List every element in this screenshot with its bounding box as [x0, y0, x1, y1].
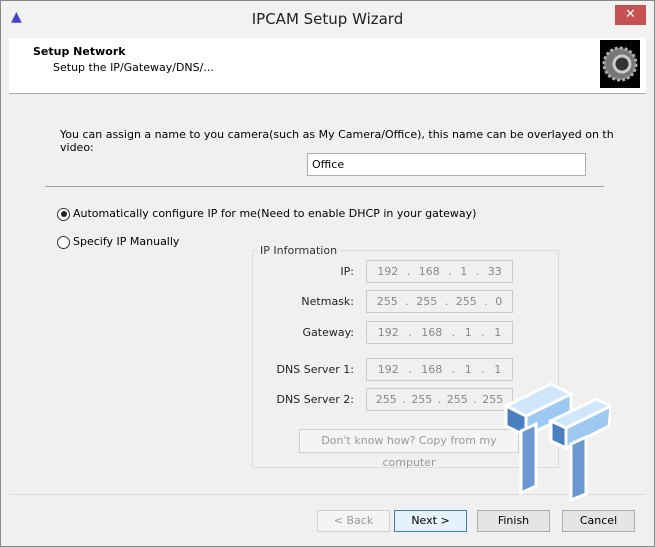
octet[interactable]: 1 — [460, 265, 467, 278]
octet-separator: . — [473, 393, 477, 406]
ip-address-input[interactable]: 192. 168. 1. 1 — [366, 358, 513, 381]
ip-field-label: IP: — [340, 265, 354, 278]
octet[interactable]: 1 — [465, 326, 472, 339]
octet-separator: . — [448, 265, 452, 278]
octet[interactable]: 192 — [377, 265, 398, 278]
ip-address-input[interactable]: 192. 168. 1. 33 — [366, 260, 513, 283]
octet-separator: . — [402, 393, 406, 406]
octet[interactable]: 0 — [495, 295, 502, 308]
octet[interactable]: 255 — [456, 295, 477, 308]
octet[interactable]: 255 — [377, 295, 398, 308]
ip-address-input[interactable]: 192. 168. 1. 1 — [366, 321, 513, 344]
octet[interactable]: 192 — [378, 363, 399, 376]
octet-separator: . — [484, 295, 488, 308]
octet-separator: . — [451, 363, 456, 376]
octet-separator: . — [444, 295, 449, 308]
octet-separator: . — [408, 326, 412, 339]
ip-address-input[interactable]: 255. 255. 255. 0 — [366, 290, 513, 313]
finish-button[interactable]: Finish — [477, 510, 550, 532]
octet-separator: . — [481, 326, 485, 339]
octet-separator: . — [408, 363, 412, 376]
octet[interactable]: 168 — [419, 265, 440, 278]
octet[interactable]: 168 — [421, 363, 442, 376]
divider — [45, 186, 604, 187]
radio-unselected-icon — [57, 235, 70, 249]
camera-name-input[interactable] — [307, 153, 586, 176]
back-button[interactable]: < Back — [317, 510, 390, 532]
ip-address-input[interactable]: 255. 255. 255. 255 — [366, 388, 513, 411]
octet[interactable]: 255 — [447, 393, 468, 406]
auto-ip-label: Automatically configure IP for me(Need t… — [73, 207, 477, 220]
manual-ip-label: Specify IP Manually — [73, 235, 180, 248]
page-title: Setup Network — [33, 45, 126, 58]
window-title: IPCAM Setup Wizard — [251, 10, 404, 28]
auto-ip-radio[interactable]: Automatically configure IP for me(Need t… — [57, 207, 476, 221]
octet[interactable]: 168 — [421, 326, 442, 339]
radio-selected-icon — [57, 207, 70, 221]
octet-separator: . — [451, 326, 456, 339]
octet-separator: . — [406, 265, 411, 278]
ip-field-label: DNS Server 1: — [276, 363, 354, 376]
octet-separator: . — [481, 363, 485, 376]
octet-separator: . — [475, 265, 480, 278]
copy-from-computer-button[interactable]: Don't know how? Copy from my computer — [299, 429, 519, 469]
octet[interactable]: 1 — [494, 326, 501, 339]
camera-name-prompt: You can assign a name to you camera(such… — [60, 128, 614, 154]
wizard-header: Setup Network Setup the IP/Gateway/DNS/.… — [9, 38, 646, 94]
page-subtitle: Setup the IP/Gateway/DNS/... — [53, 61, 214, 74]
octet[interactable]: 1 — [465, 363, 472, 376]
next-button[interactable]: Next > — [394, 510, 467, 532]
octet-separator: . — [437, 393, 442, 406]
octet-separator: . — [405, 295, 409, 308]
title-bar: ▲ IPCAM Setup Wizard ✕ — [1, 1, 654, 38]
gear-icon — [600, 40, 640, 88]
ip-information-legend: IP Information — [260, 244, 338, 257]
octet[interactable]: 255 — [416, 295, 437, 308]
ip-field-label: DNS Server 2: — [276, 393, 354, 406]
octet[interactable]: 33 — [488, 265, 502, 278]
octet[interactable]: 255 — [376, 393, 397, 406]
ip-field-label: Netmask: — [301, 295, 354, 308]
manual-ip-radio[interactable]: Specify IP Manually — [57, 235, 179, 249]
cancel-button[interactable]: Cancel — [562, 510, 635, 532]
close-button[interactable]: ✕ — [615, 5, 646, 25]
wizard-window: ▲ IPCAM Setup Wizard ✕ Setup Network Set… — [0, 0, 655, 547]
ip-field-label: Gateway: — [302, 326, 355, 339]
octet[interactable]: 192 — [378, 326, 399, 339]
octet[interactable]: 255 — [411, 393, 432, 406]
octet[interactable]: 1 — [494, 363, 501, 376]
tt-watermark-logo — [502, 382, 611, 501]
